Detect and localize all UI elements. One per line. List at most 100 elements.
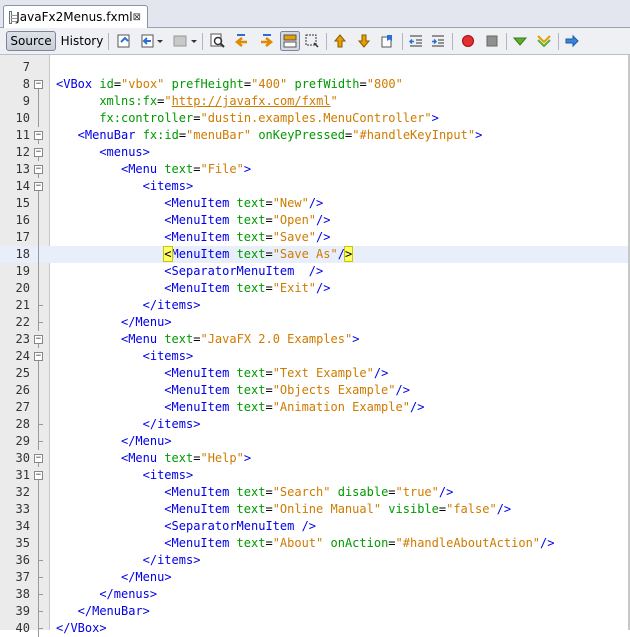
code-line[interactable]: 20 <MenuItem text="Exit"/>	[0, 280, 630, 297]
code-line[interactable]: 32 <MenuItem text="Search" disable="true"…	[0, 484, 630, 501]
check-xml-icon[interactable]	[536, 33, 552, 49]
toolbar-separator	[326, 33, 327, 50]
token-tag: <MenuItem	[164, 536, 237, 550]
fold-collapse-icon[interactable]: −	[34, 454, 43, 463]
token-attr: text	[236, 281, 266, 295]
code-editor[interactable]: 7 8− <VBox id="vbox" prefHeight="400" pref…	[0, 55, 630, 637]
code-line[interactable]: 21 </items>	[0, 297, 630, 314]
code-line[interactable]: 22 </Menu>	[0, 314, 630, 331]
fold-collapse-icon[interactable]: −	[34, 131, 43, 140]
code-line[interactable]: 29 </Menu>	[0, 433, 630, 450]
fold-collapse-icon[interactable]: −	[34, 182, 43, 191]
next-bookmark-icon[interactable]	[356, 33, 372, 49]
close-tab-icon[interactable]: ⊠	[133, 12, 141, 23]
code-line[interactable]: 33 <MenuItem text="Online Manual" visible…	[0, 501, 630, 518]
code-line[interactable]: 16 <MenuItem text="Open"/>	[0, 212, 630, 229]
code-line[interactable]: 19 <SeparatorMenuItem />	[0, 263, 630, 280]
code-text: <MenuItem text="Online Manual" visible="…	[164, 501, 511, 518]
code-line[interactable]: 36 </items>	[0, 552, 630, 569]
fold-collapse-icon[interactable]: −	[34, 80, 43, 89]
fold-collapse-icon[interactable]: −	[34, 352, 43, 361]
line-number: 38	[15, 587, 30, 601]
code-line[interactable]: 10 fx:controller="dustin.examples.MenuCon…	[0, 110, 630, 127]
code-line[interactable]: 31− <items>	[0, 467, 630, 484]
code-line[interactable]: 28 </items>	[0, 416, 630, 433]
code-line[interactable]: 8− <VBox id="vbox" prefHeight="400" prefW…	[0, 76, 630, 93]
fold-guide	[38, 484, 39, 501]
previous-bookmark-icon[interactable]	[332, 33, 348, 49]
token-brk: >	[343, 246, 354, 262]
token-attr: fx:id	[142, 128, 179, 142]
source-view-button[interactable]: Source	[6, 31, 56, 51]
code-line[interactable]: 11− <MenuBar fx:id="menuBar" onKeyPressed…	[0, 127, 630, 144]
code-line[interactable]: 37 </Menu>	[0, 569, 630, 586]
find-previous-icon[interactable]	[234, 33, 250, 49]
token-tag: />	[395, 383, 410, 397]
forward-dropdown-icon[interactable]	[190, 33, 198, 49]
token-tag: />	[409, 400, 425, 414]
fold-guide	[38, 535, 39, 552]
code-line[interactable]: 24− <items>	[0, 348, 630, 365]
code-line[interactable]: 30− <Menu text="Help">	[0, 450, 630, 467]
fold-collapse-icon[interactable]: −	[34, 148, 43, 157]
code-line[interactable]: 39 </MenuBar>	[0, 603, 630, 620]
code-line[interactable]: 13− <Menu text="File">	[0, 161, 630, 178]
toggle-highlight-search-icon[interactable]	[280, 31, 300, 51]
xsl-transformation-icon[interactable]	[564, 33, 580, 49]
code-line[interactable]: 12− <menus>	[0, 144, 630, 161]
fold-guide	[38, 399, 39, 416]
last-edit-icon[interactable]	[116, 33, 132, 49]
code-line[interactable]: 25 <MenuItem text="Text Example"/>	[0, 365, 630, 382]
fold-guide	[38, 212, 39, 229]
validate-xml-icon[interactable]	[512, 33, 528, 49]
code-text: </Menu>	[121, 433, 172, 450]
stop-macro-recording-icon[interactable]	[484, 33, 500, 49]
forward-icon[interactable]	[172, 33, 188, 49]
code-line[interactable]: 34 <SeparatorMenuItem />	[0, 518, 630, 535]
token-val: "JavaFX 2.0 Examples"	[200, 332, 353, 346]
code-line[interactable]: 27 <MenuItem text="Animation Example"/>	[0, 399, 630, 416]
line-number: 26	[15, 383, 30, 397]
token-val: "#handleKeyInput"	[352, 128, 476, 142]
fold-end-marker	[38, 305, 43, 306]
toggle-bookmark-icon[interactable]	[380, 33, 396, 49]
code-line[interactable]: 18 <MenuItem text="Save As"/>	[0, 246, 630, 263]
code-line[interactable]: 40 </VBox>	[0, 620, 630, 637]
token-val: "800"	[366, 77, 403, 91]
code-line[interactable]: 15 <MenuItem text="New"/>	[0, 195, 630, 212]
fold-end-marker	[38, 611, 43, 612]
shift-line-left-icon[interactable]	[408, 33, 424, 49]
file-tab[interactable]: JavaFx2Menus.fxml ⊠	[3, 5, 148, 28]
token-plain: =	[265, 247, 273, 261]
code-line[interactable]: 7	[0, 59, 630, 76]
token-val: "false"	[446, 502, 497, 516]
back-icon[interactable]	[140, 33, 156, 49]
token-tag: </Menu>	[120, 570, 172, 584]
code-line[interactable]: 17 <MenuItem text="Save"/>	[0, 229, 630, 246]
code-line[interactable]: 35 <MenuItem text="About" onAction="#hand…	[0, 535, 630, 552]
find-next-icon[interactable]	[258, 33, 274, 49]
start-macro-recording-icon[interactable]	[460, 33, 476, 49]
code-line[interactable]: 9 xmlns:fx="http://javafx.com/fxml"	[0, 93, 630, 110]
token-attr: text	[164, 332, 194, 346]
token-tag: </VBox>	[56, 621, 107, 635]
fold-collapse-icon[interactable]: −	[34, 335, 43, 344]
fold-collapse-icon[interactable]: −	[34, 165, 43, 174]
token-tag: <items>	[142, 179, 194, 193]
code-text: </Menu>	[121, 569, 172, 586]
toggle-rectangular-selection-icon[interactable]	[304, 33, 320, 49]
code-line[interactable]: 38 </menus>	[0, 586, 630, 603]
code-text: <Menu text="JavaFX 2.0 Examples">	[121, 331, 359, 348]
fold-collapse-icon[interactable]: −	[34, 471, 43, 480]
code-line[interactable]: 26 <MenuItem text="Objects Example"/>	[0, 382, 630, 399]
find-icon[interactable]	[210, 33, 226, 49]
history-view-button[interactable]: History	[60, 31, 104, 51]
back-dropdown-icon[interactable]	[156, 33, 164, 49]
code-line[interactable]: 23− <Menu text="JavaFX 2.0 Examples">	[0, 331, 630, 348]
line-number: 31	[15, 468, 30, 482]
token-val: "	[164, 94, 172, 108]
shift-line-right-icon[interactable]	[430, 33, 446, 49]
code-line[interactable]: 14− <items>	[0, 178, 630, 195]
